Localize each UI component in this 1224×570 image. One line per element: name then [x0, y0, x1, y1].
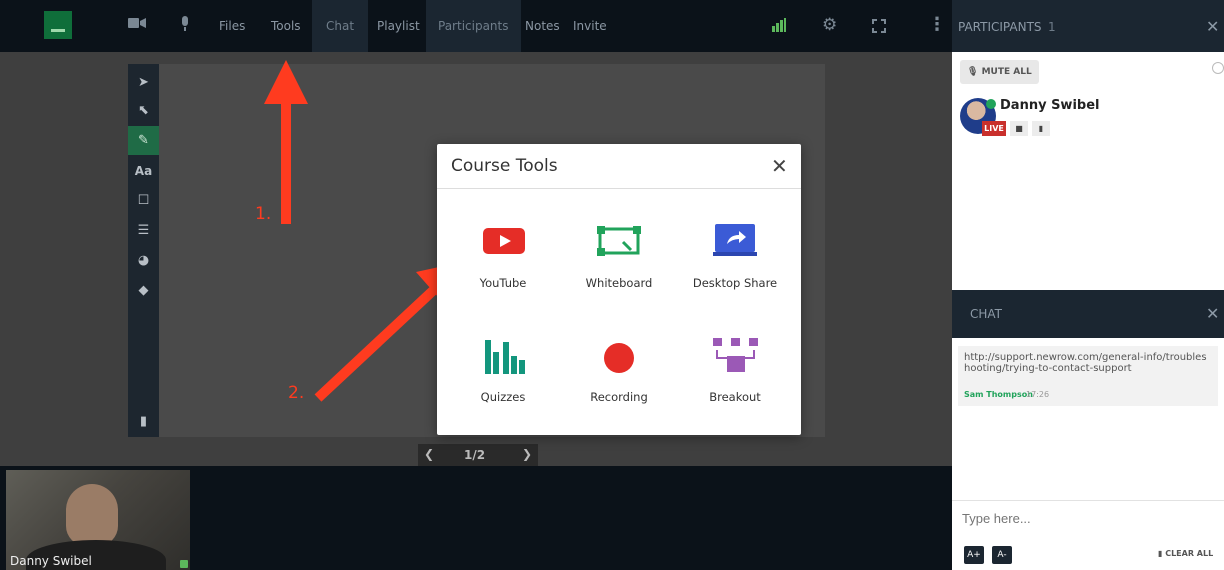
chat-message-text[interactable]: http://support.newrow.com/general-info/t… — [964, 352, 1210, 374]
participant-name: Danny Swibel — [1000, 98, 1100, 113]
microphone-icon: 🎙 — [967, 67, 979, 77]
tool-whiteboard[interactable]: Whiteboard — [559, 212, 679, 322]
quizzes-icon — [485, 340, 525, 374]
tool-label: Breakout — [709, 390, 761, 404]
right-panel: PARTICIPANTS 1 ✕ 🎙 MUTE ALL Danny Swibel… — [952, 0, 1224, 570]
font-increase-button[interactable]: A+ — [964, 546, 984, 564]
breakout-icon — [713, 338, 758, 372]
close-icon[interactable]: ✕ — [1206, 304, 1219, 323]
mute-all-label: MUTE ALL — [981, 67, 1032, 77]
chat-divider — [952, 500, 1224, 501]
modal-title: Course Tools — [451, 156, 558, 176]
clear-all-button[interactable]: ▮ CLEAR ALL — [1158, 549, 1213, 558]
tool-label: Desktop Share — [692, 276, 778, 290]
search-icon[interactable] — [1212, 62, 1224, 74]
tool-label: Quizzes — [480, 390, 526, 404]
chat-input[interactable] — [962, 511, 1212, 526]
participants-header: PARTICIPANTS 1 ✕ — [952, 0, 1224, 52]
chat-message: http://support.newrow.com/general-info/t… — [958, 346, 1218, 406]
clear-all-label: CLEAR ALL — [1165, 549, 1214, 558]
moderator-icon — [986, 99, 996, 109]
close-icon[interactable]: ✕ — [771, 154, 788, 178]
course-tools-modal: Course Tools ✕ YouTube Whiteboard Deskto… — [437, 144, 801, 435]
chat-header: CHAT ✕ — [952, 290, 1224, 338]
recording-icon — [604, 343, 634, 373]
tool-youtube[interactable]: YouTube — [443, 212, 563, 322]
whiteboard-icon — [597, 226, 641, 256]
chat-time: 17:26 — [1026, 390, 1050, 399]
tool-label: Whiteboard — [585, 276, 653, 290]
mute-all-button[interactable]: 🎙 MUTE ALL — [960, 60, 1039, 84]
close-icon[interactable]: ✕ — [1206, 17, 1219, 36]
trash-icon: ▮ — [1158, 549, 1163, 558]
youtube-icon — [483, 228, 525, 254]
tool-breakout[interactable]: Breakout — [675, 328, 795, 438]
annotation-step-1: 1. — [255, 204, 272, 224]
chat-title: CHAT — [970, 307, 1003, 321]
desktop-share-icon — [713, 224, 757, 256]
tool-label: YouTube — [479, 276, 527, 290]
arrow-1 — [264, 60, 308, 224]
participants-count: 1 — [1048, 20, 1056, 34]
annotation-step-2: 2. — [288, 383, 305, 403]
tool-desktop-share[interactable]: Desktop Share — [675, 212, 795, 322]
tool-recording[interactable]: Recording — [559, 328, 679, 438]
live-badge: LIVE — [982, 121, 1006, 136]
participants-title: PARTICIPANTS — [958, 20, 1042, 34]
tool-quizzes[interactable]: Quizzes — [443, 328, 563, 438]
font-decrease-button[interactable]: A- — [992, 546, 1012, 564]
tool-label: Recording — [590, 390, 648, 404]
participant-camera-icon[interactable]: ■ — [1010, 121, 1028, 136]
participant-mic-icon[interactable]: ▮ — [1032, 121, 1050, 136]
chat-author: Sam Thompson — [964, 390, 1033, 399]
modal-divider — [437, 188, 801, 189]
